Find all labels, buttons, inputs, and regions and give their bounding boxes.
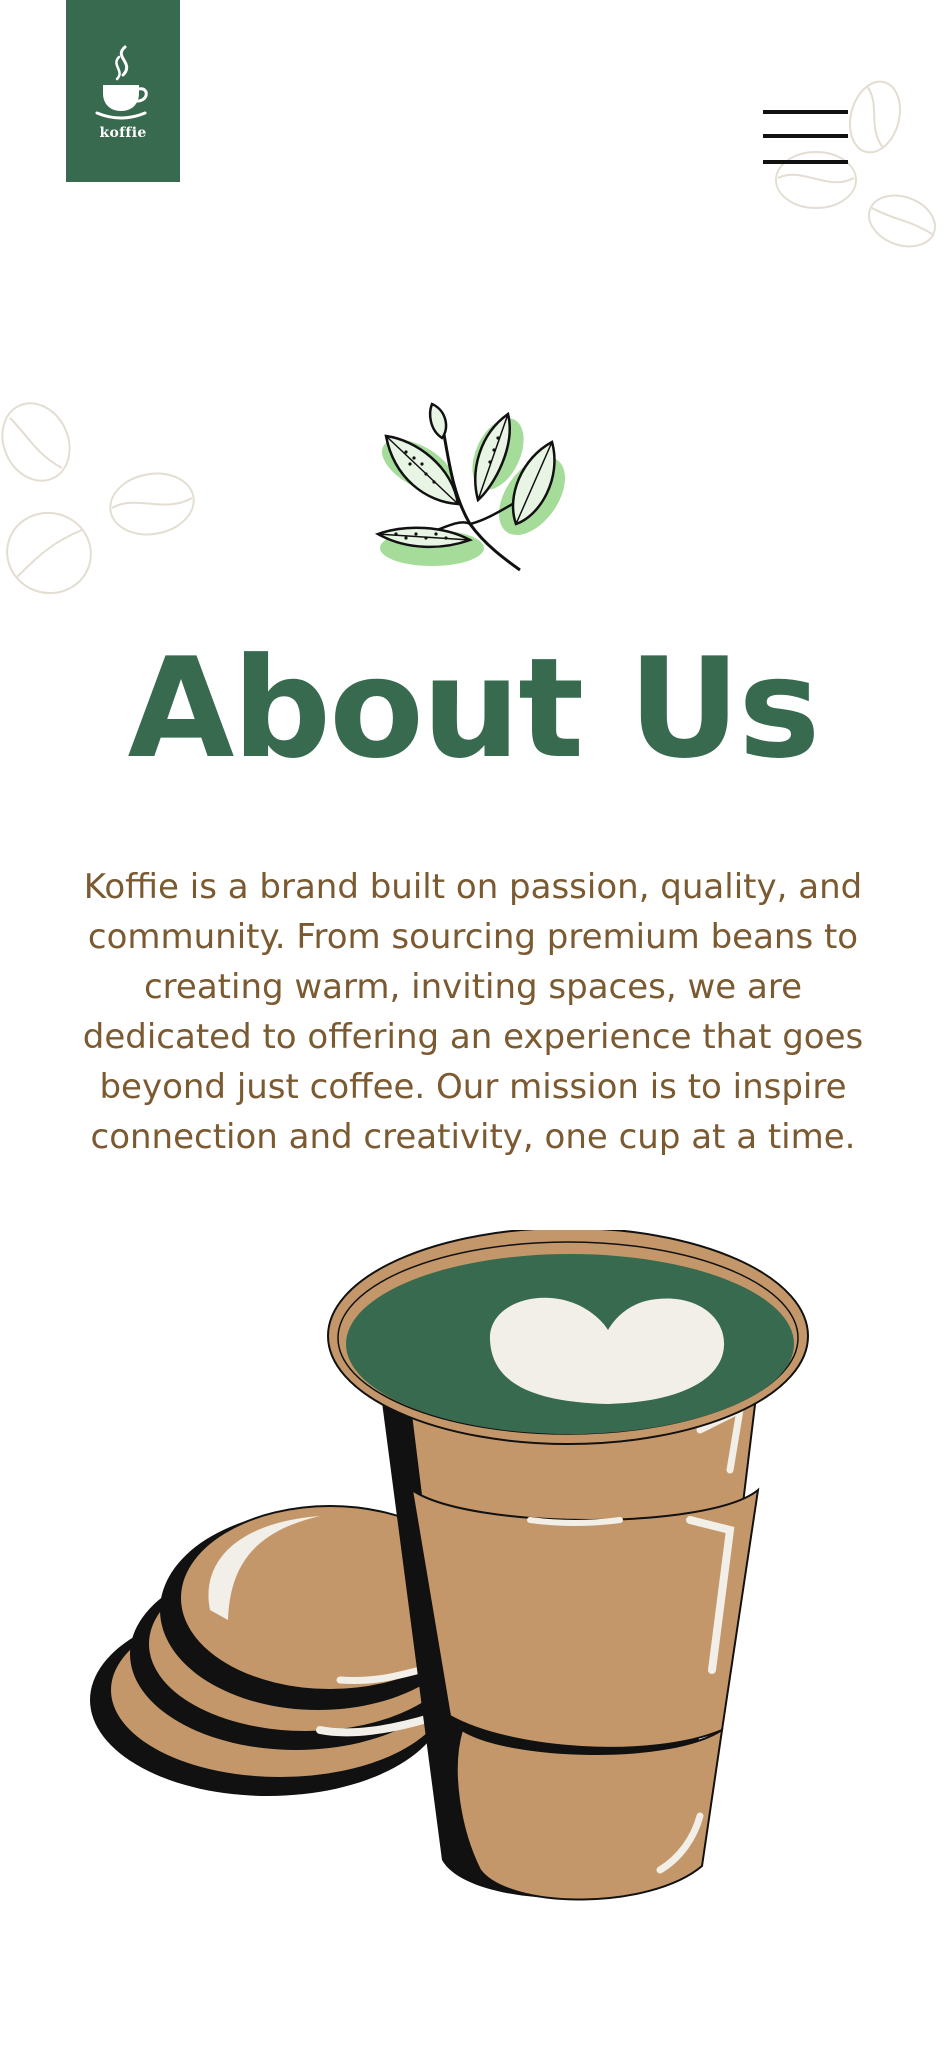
coffee-bean-icon	[849, 80, 901, 154]
brand-name: koffie	[99, 125, 147, 141]
menu-line	[763, 160, 848, 164]
page-title: About Us	[127, 628, 821, 789]
hamburger-menu-icon[interactable]	[760, 106, 852, 168]
brand-logo[interactable]: koffie	[66, 0, 180, 182]
coffee-cup-illustration	[90, 1230, 809, 1901]
leaf-sprig-icon	[375, 402, 566, 572]
menu-line	[763, 110, 848, 114]
coffee-bean-icon	[6, 511, 92, 595]
coffee-bean-icon	[109, 472, 195, 536]
coffee-bean-icon	[868, 194, 936, 248]
coffee-bean-icon	[1, 402, 71, 482]
about-description: Koffie is a brand built on passion, qual…	[82, 867, 864, 1157]
menu-line	[763, 134, 848, 138]
coffee-cup-icon	[95, 45, 148, 120]
